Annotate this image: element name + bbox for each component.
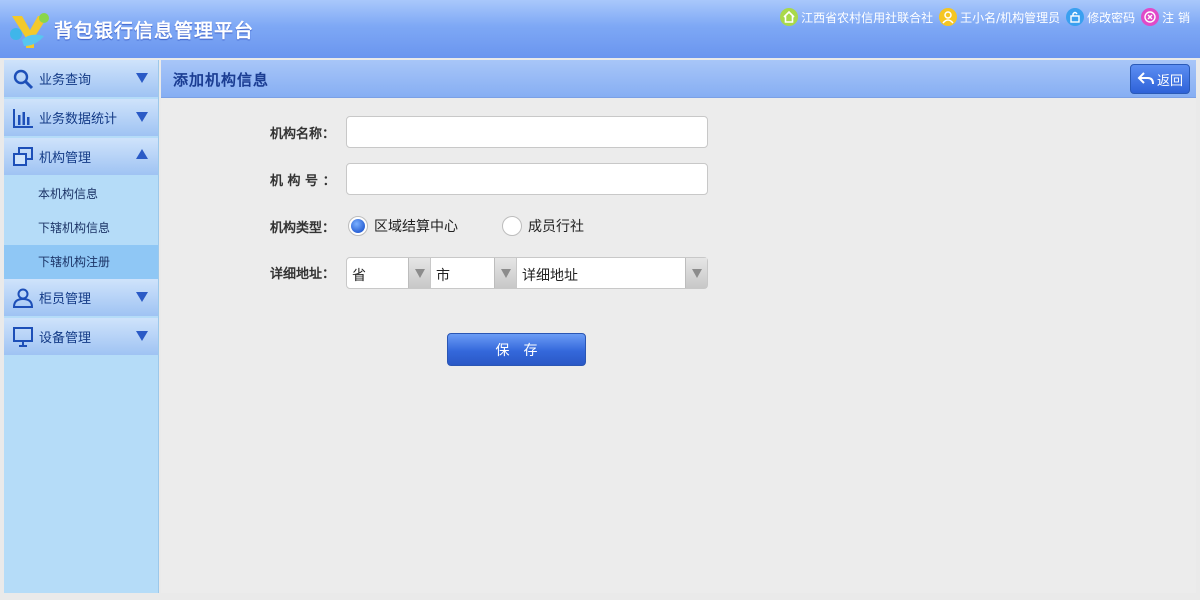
province-value: 省 bbox=[352, 268, 366, 284]
chevron-down-icon bbox=[136, 292, 148, 302]
address-value: 详细地址 bbox=[522, 268, 578, 284]
sidebar-item-label: 业务数据统计 bbox=[39, 112, 118, 127]
dropdown-arrow-icon bbox=[494, 258, 516, 288]
radio-label: 区域结算中心 bbox=[374, 219, 458, 235]
dropdown-arrow-icon bbox=[685, 258, 707, 288]
org-management-submenu: 本机构信息 下辖机构信息 下辖机构注册 bbox=[4, 177, 158, 279]
page-title: 添加机构信息 bbox=[173, 71, 270, 89]
top-links: 江西省农村信用社联合社 王小名/机构管理员 修改密码 注 销 bbox=[774, 6, 1190, 28]
org-type-radio-regional-center[interactable]: 区域结算中心 bbox=[348, 216, 458, 236]
sidebar-item-label: 柜员管理 bbox=[39, 292, 92, 307]
back-arrow-icon bbox=[1137, 72, 1154, 85]
org-name-label: 机构名称： bbox=[270, 127, 336, 142]
chevron-down-icon bbox=[136, 112, 148, 122]
app-title: 背包银行信息管理平台 bbox=[54, 20, 255, 42]
radio-unselected-icon bbox=[502, 216, 522, 236]
user-role: 王小名/机构管理员 bbox=[960, 10, 1061, 25]
sidebar-item-statistics[interactable]: 业务数据统计 bbox=[4, 99, 158, 136]
chevron-down-icon bbox=[136, 73, 148, 83]
app-logo-icon bbox=[10, 13, 49, 48]
main-content: 添加机构信息 返回 机构名称： 机 构 号 ： 机构类型： 区域结算中心 成员行… bbox=[161, 60, 1196, 593]
change-password-link[interactable]: 修改密码 bbox=[1066, 8, 1135, 26]
bar-chart-icon bbox=[11, 106, 35, 130]
back-button-label: 返回 bbox=[1156, 73, 1183, 89]
radio-label: 成员行社 bbox=[528, 219, 584, 235]
search-icon bbox=[11, 67, 35, 91]
org-type-label: 机构类型： bbox=[270, 221, 336, 236]
chevron-up-icon bbox=[136, 149, 148, 159]
title-bar: 添加机构信息 返回 bbox=[161, 60, 1196, 98]
windows-icon bbox=[11, 145, 35, 169]
address-select[interactable]: 详细地址 bbox=[517, 257, 708, 289]
back-button[interactable]: 返回 bbox=[1130, 64, 1190, 94]
change-password-label: 修改密码 bbox=[1087, 10, 1136, 25]
sidebar-item-label: 设备管理 bbox=[39, 331, 92, 346]
sidebar-item-label: 机构管理 bbox=[39, 151, 92, 166]
province-select[interactable]: 省 bbox=[346, 257, 431, 289]
org-name: 江西省农村信用社联合社 bbox=[801, 10, 934, 25]
org-no-input[interactable] bbox=[346, 163, 708, 195]
city-select[interactable]: 市 bbox=[431, 257, 517, 289]
user-icon bbox=[939, 8, 958, 26]
sidebar-item-label: 业务查询 bbox=[39, 73, 92, 88]
user-icon bbox=[11, 286, 35, 310]
sidebar-subitem-own-org[interactable]: 本机构信息 bbox=[4, 177, 158, 211]
logout-icon bbox=[1141, 8, 1160, 26]
user-link[interactable]: 王小名/机构管理员 bbox=[939, 8, 1060, 26]
sidebar-item-business-query[interactable]: 业务查询 bbox=[4, 60, 158, 97]
logout-link[interactable]: 注 销 bbox=[1141, 8, 1190, 26]
sidebar-item-org-management[interactable]: 机构管理 bbox=[4, 138, 158, 175]
org-no-label: 机 构 号 ： bbox=[270, 174, 336, 189]
org-name-input[interactable] bbox=[346, 116, 708, 148]
sidebar: 业务查询 业务数据统计 机构管理 本机构信息 下辖机构信息 下辖机构注册 柜员管… bbox=[4, 60, 159, 593]
org-type-radio-member-bank[interactable]: 成员行社 bbox=[502, 216, 584, 236]
sidebar-subitem-sub-org-register[interactable]: 下辖机构注册 bbox=[4, 245, 158, 279]
city-value: 市 bbox=[436, 268, 450, 284]
radio-selected-icon bbox=[348, 216, 368, 236]
logout-label: 注 销 bbox=[1162, 10, 1190, 25]
home-icon bbox=[780, 8, 799, 26]
save-button[interactable]: 保存 bbox=[447, 333, 586, 366]
app-header: 背包银行信息管理平台 江西省农村信用社联合社 王小名/机构管理员 修改密码 注 … bbox=[0, 0, 1200, 58]
lock-icon bbox=[1066, 8, 1085, 26]
sidebar-item-teller-management[interactable]: 柜员管理 bbox=[4, 279, 158, 316]
dropdown-arrow-icon bbox=[408, 258, 430, 288]
sidebar-item-device-management[interactable]: 设备管理 bbox=[4, 318, 158, 355]
monitor-icon bbox=[11, 325, 35, 349]
org-link[interactable]: 江西省农村信用社联合社 bbox=[780, 8, 933, 26]
address-label: 详细地址： bbox=[270, 267, 336, 282]
sidebar-subitem-sub-orgs[interactable]: 下辖机构信息 bbox=[4, 211, 158, 245]
chevron-down-icon bbox=[136, 331, 148, 341]
